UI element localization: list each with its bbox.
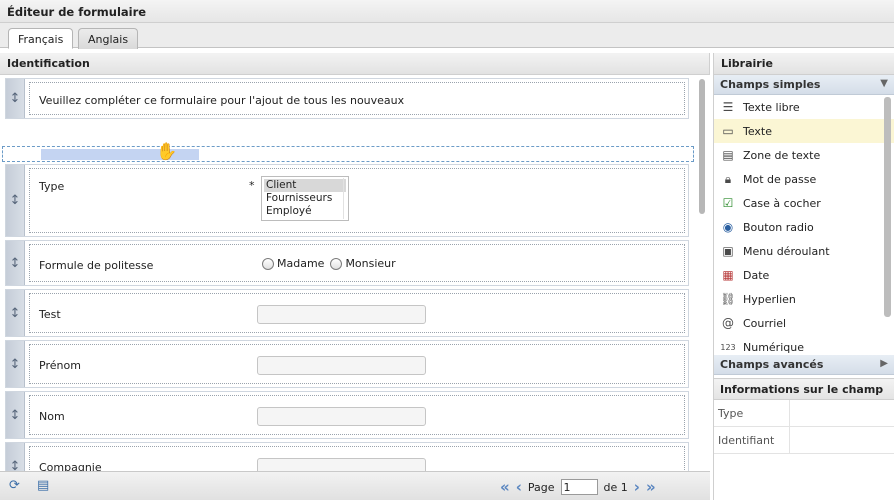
form-area: ↕ Veuillez compléter ce formulaire pour … — [0, 75, 710, 471]
library-item[interactable]: ▣ Menu déroulant — [714, 239, 894, 263]
listbox-option[interactable]: Fournisseurs — [264, 192, 346, 205]
compagnie-label: Compagnie — [39, 461, 102, 471]
prenom-input[interactable] — [257, 356, 426, 375]
prev-page-icon[interactable]: ‹ — [516, 478, 522, 496]
drag-handle-icon[interactable]: ↕ — [6, 443, 25, 471]
library-list: ☰ Texte libre ▭ Texte ▤ Zone de texte 🔒︎ Mot… — [714, 95, 894, 355]
page-label: Page — [527, 480, 555, 494]
form-scrollbar[interactable] — [697, 75, 707, 471]
collapse-icon[interactable]: ▼ — [880, 78, 888, 89]
form-panel: Identification ↕ Veuillez compléter ce f… — [0, 53, 710, 500]
library-item[interactable]: ▦ Date — [714, 263, 894, 287]
library-item[interactable]: ☑ Case à cocher — [714, 191, 894, 215]
type-label: Type — [39, 180, 65, 193]
field-info-key: Identifiant — [714, 427, 790, 453]
simple-fields-section[interactable]: Champs simples ▼ — [714, 75, 894, 95]
drag-handle-icon[interactable]: ↕ — [6, 241, 25, 285]
link-icon: ⛓ — [720, 292, 736, 306]
window-title: Éditeur de formulaire — [0, 0, 894, 23]
library-item[interactable]: ⛓ Hyperlien — [714, 287, 894, 311]
listbox-option[interactable]: Client — [264, 179, 346, 192]
type-listbox[interactable]: Client Fournisseurs Employé — [261, 176, 349, 221]
library-item[interactable]: ☰ Texte libre — [714, 95, 894, 119]
test-label: Test — [39, 308, 61, 321]
field-info-value[interactable] — [790, 400, 894, 426]
salutation-radio-group: Madame Monsieur — [262, 257, 396, 270]
radio-madame[interactable]: Madame — [262, 257, 324, 270]
compagnie-input[interactable] — [257, 458, 426, 471]
form-panel-header: Identification — [0, 53, 709, 75]
page-input[interactable]: 1 — [560, 479, 598, 495]
preview-form-icon[interactable]: ▤ — [37, 478, 53, 494]
library-scrollbar[interactable] — [884, 97, 891, 317]
lock-icon: 🔒︎ — [724, 171, 732, 186]
prenom-label: Prénom — [39, 359, 81, 372]
required-marker: * — [249, 179, 255, 192]
checkbox-icon: ☑ — [722, 196, 734, 210]
library-item[interactable]: @ Courriel — [714, 311, 894, 335]
instructions-text: Veuillez compléter ce formulaire pour l'… — [39, 94, 405, 107]
form-row: ↕ Prénom — [5, 340, 689, 388]
radio-monsieur[interactable]: Monsieur — [330, 257, 396, 270]
drag-handle-icon[interactable]: ↕ — [6, 290, 25, 336]
numeric-icon: 123 — [720, 342, 736, 352]
page-total-label: de 1 — [603, 480, 628, 494]
tab-francais[interactable]: Français — [8, 28, 74, 49]
next-page-icon[interactable]: › — [634, 478, 640, 496]
form-row: ↕ Formule de politesse Madame Monsieur — [5, 240, 689, 286]
radio-icon: ◉ — [722, 220, 734, 234]
advanced-fields-section[interactable]: Champs avancés ▶ — [714, 355, 894, 375]
tab-anglais[interactable]: Anglais — [78, 28, 139, 49]
dropdown-icon: ▣ — [722, 244, 734, 258]
library-header: Librairie — [714, 53, 894, 75]
scrollbar-thumb[interactable] — [699, 79, 705, 214]
nom-input[interactable] — [257, 407, 426, 426]
nom-label: Nom — [39, 410, 65, 423]
radio-icon[interactable] — [262, 258, 274, 270]
form-row: ↕ Nom — [5, 391, 689, 439]
textarea-icon: ▤ — [722, 148, 734, 162]
library-item[interactable]: 123 Numérique — [714, 335, 894, 355]
lines-icon: ☰ — [722, 100, 734, 114]
form-row: ↕ Veuillez compléter ce formulaire pour … — [5, 78, 689, 119]
radio-icon[interactable] — [330, 258, 343, 270]
field-info-header: Informations sur le champ — [714, 378, 894, 400]
at-icon: @ — [722, 316, 734, 330]
bottom-toolbar: ⟳ ▤ « ‹ Page 1 de 1 › » — [0, 471, 710, 500]
drag-handle-icon[interactable]: ↕ — [6, 392, 25, 438]
library-item[interactable]: ▤ Zone de texte — [714, 143, 894, 167]
first-page-icon[interactable]: « — [500, 478, 510, 496]
save-form-icon[interactable]: ⟳ — [9, 478, 25, 494]
form-row: ↕ Compagnie — [5, 442, 689, 471]
field-info-row: Type — [714, 400, 894, 427]
last-page-icon[interactable]: » — [646, 478, 656, 496]
library-panel: Librairie Champs simples ▼ ☰ Texte libre … — [713, 53, 894, 500]
form-row: ↕ Type * Client Fournisseurs Employé — [5, 164, 689, 237]
drag-handle-icon[interactable]: ↕ — [6, 79, 25, 118]
expand-icon[interactable]: ▶ — [880, 358, 888, 369]
pager: « ‹ Page 1 de 1 › » — [500, 478, 656, 496]
grab-hand-icon: ✋ — [156, 142, 178, 162]
textbox-icon: ▭ — [722, 124, 734, 138]
library-item[interactable]: ▭ Texte — [714, 119, 894, 143]
library-item[interactable]: ◉ Bouton radio — [714, 215, 894, 239]
form-row: ↕ Test — [5, 289, 689, 337]
salutation-label: Formule de politesse — [39, 259, 154, 272]
field-info-key: Type — [714, 400, 790, 426]
language-tabs: Français Anglais — [0, 23, 894, 49]
field-info-value[interactable] — [790, 427, 894, 453]
field-info-row: Identifiant — [714, 427, 894, 454]
drag-handle-icon[interactable]: ↕ — [6, 341, 25, 387]
listbox-option[interactable]: Employé — [264, 205, 346, 218]
drag-handle-icon[interactable]: ↕ — [6, 165, 25, 236]
calendar-icon: ▦ — [722, 268, 734, 282]
library-item[interactable]: 🔒︎ Mot de passe — [714, 167, 894, 191]
listbox-scrollbar[interactable] — [343, 178, 347, 219]
drop-zone[interactable]: ✋ — [2, 142, 694, 162]
test-input[interactable] — [257, 305, 426, 324]
